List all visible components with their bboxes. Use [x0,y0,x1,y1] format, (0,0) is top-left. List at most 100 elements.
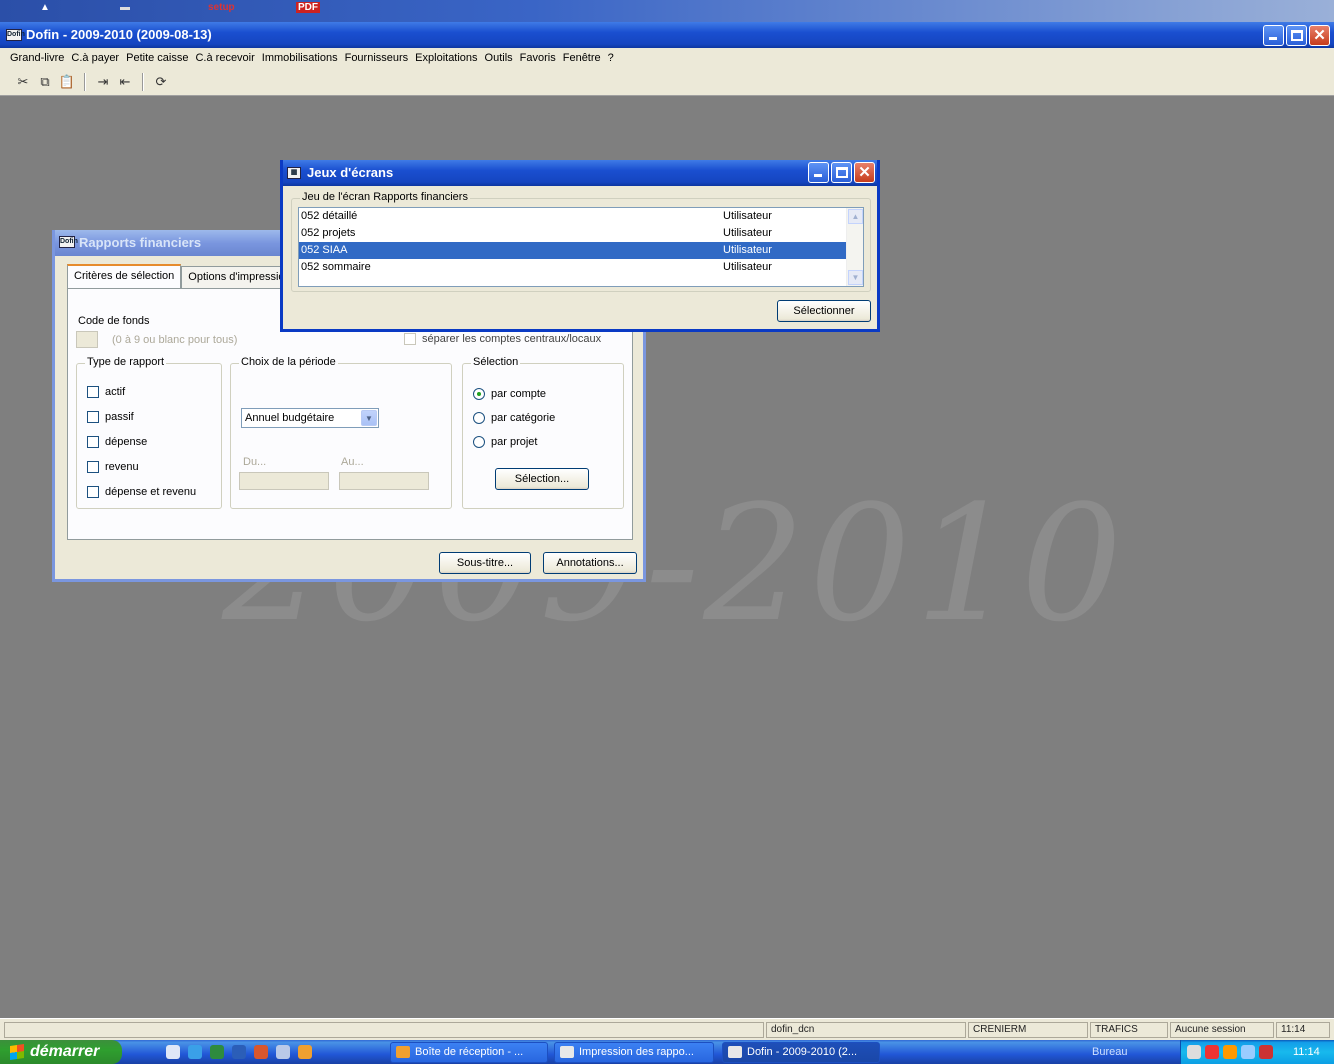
printer-icon[interactable] [1241,1045,1255,1059]
task-impression[interactable]: Impression des rappo... [554,1042,714,1063]
jeux-title-bar[interactable]: ▦ Jeux d'écrans ✕ [283,160,877,186]
checkbox-box[interactable] [87,436,99,448]
type-passif-label: passif [105,411,134,423]
par-projet-radio[interactable]: par projet [473,436,537,448]
chevron-down-icon[interactable]: ▼ [361,410,377,426]
minimize-icon [1269,37,1277,40]
menu-ca-recevoir[interactable]: C.à recevoir [195,52,254,64]
menu-fenetre[interactable]: Fenêtre [563,52,601,64]
sous-titre-button[interactable]: Sous-titre... [439,552,531,574]
list-item[interactable]: 052 sommaire Utilisateur [299,259,863,276]
start-button[interactable]: démarrer [0,1040,122,1064]
clock[interactable]: 11:14 [1293,1040,1320,1064]
windows-flag-icon [10,1044,24,1060]
copy-icon[interactable]: ⧉ [36,73,54,91]
row-name: 052 sommaire [301,261,371,273]
desktop-folder-icon[interactable]: ▬ [120,2,130,13]
bureau-toolbar-label[interactable]: Bureau [1092,1040,1127,1064]
menu-petite-caisse[interactable]: Petite caisse [126,52,188,64]
menu-outils[interactable]: Outils [485,52,513,64]
rapports-tabs: Critères de sélection Options d'impressi… [67,264,298,288]
desktop-pdf-icon[interactable]: PDF [296,2,320,13]
radio-dot[interactable] [473,436,485,448]
desktop-triangle-icon[interactable]: ▲ [40,2,50,13]
code-fonds-hint: (0 à 9 ou blanc pour tous) [112,334,238,346]
par-categorie-radio[interactable]: par catégorie [473,412,555,424]
antivirus-icon[interactable] [1205,1045,1219,1059]
checkbox-box[interactable] [87,411,99,423]
radio-dot[interactable] [473,412,485,424]
selectionner-button[interactable]: Sélectionner [777,300,871,322]
menu-immobilisations[interactable]: Immobilisations [262,52,338,64]
jeux-close-button[interactable]: ✕ [854,162,875,183]
status-session: Aucune session [1170,1022,1274,1038]
list-item-selected[interactable]: 052 SIAA Utilisateur [299,242,863,259]
scroll-up-icon[interactable]: ▲ [848,209,863,224]
toolbar-separator [142,72,144,91]
type-actif-label: actif [105,386,126,398]
list-item[interactable]: 052 détaillé Utilisateur [299,208,863,225]
tab-criteres[interactable]: Critères de sélection [67,264,182,288]
task-dofin[interactable]: Dofin - 2009-2010 (2... [722,1042,880,1063]
dofin-icon: Dofin [6,29,25,41]
list-scrollbar[interactable]: ▲ ▼ [846,208,863,286]
type-actif-checkbox[interactable]: actif [87,386,125,398]
type-revenu-checkbox[interactable]: revenu [87,461,139,473]
menu-favoris[interactable]: Favoris [520,52,556,64]
periode-select[interactable]: Annuel budgétaire ▼ [241,408,379,428]
word-quicklaunch-icon[interactable] [232,1045,246,1059]
jeux-maximize-button[interactable] [831,162,852,183]
periode-group: Choix de la période Annuel budgétaire ▼ … [230,356,452,509]
par-compte-radio[interactable]: par compte [473,388,546,400]
radio-dot[interactable] [473,388,485,400]
outlook-quicklaunch-icon[interactable] [276,1045,290,1059]
type-passif-checkbox[interactable]: passif [87,411,134,423]
checkbox-box[interactable] [87,386,99,398]
minimize-button[interactable] [1263,25,1284,46]
checkbox-box[interactable] [87,486,99,498]
security-icon[interactable] [1259,1045,1273,1059]
code-fonds-label: Code de fonds [78,315,150,327]
type-depense-checkbox[interactable]: dépense [87,436,147,448]
menu-fournisseurs[interactable]: Fournisseurs [345,52,409,64]
main-window-title-bar[interactable]: Dofin Dofin - 2009-2010 (2009-08-13) ✕ [0,22,1334,48]
maximize-button[interactable] [1286,25,1307,46]
menu-grand-livre[interactable]: Grand-livre [10,52,64,64]
cut-icon[interactable]: ✂ [14,73,32,91]
restore-icon [1291,30,1303,41]
refresh-icon[interactable]: ⟳ [152,73,170,91]
powerpoint-quicklaunch-icon[interactable] [254,1045,268,1059]
paste-icon[interactable]: 📋 [58,73,76,91]
periode-selected: Annuel budgétaire [245,412,335,424]
au-input[interactable] [339,472,429,490]
list-item[interactable]: 052 projets Utilisateur [299,225,863,242]
scroll-down-icon[interactable]: ▼ [848,270,863,285]
selection-button[interactable]: Sélection... [495,468,589,490]
du-input[interactable] [239,472,329,490]
network-icon[interactable] [1187,1045,1201,1059]
par-categorie-label: par catégorie [491,412,556,424]
menu-help[interactable]: ? [608,52,614,64]
browser-quicklaunch-icon[interactable] [188,1045,202,1059]
ie-quicklaunch-icon[interactable] [166,1045,180,1059]
jeux-minimize-button[interactable] [808,162,829,183]
dofin-icon: Dofin [59,236,78,248]
menu-ca-payer[interactable]: C.à payer [71,52,119,64]
annotations-button[interactable]: Annotations... [543,552,637,574]
separer-checkbox[interactable]: séparer les comptes centraux/locaux [404,333,601,345]
indent-icon[interactable]: ⇥ [94,73,112,91]
checkbox-box[interactable] [87,461,99,473]
jeux-list[interactable]: 052 détaillé Utilisateur 052 projets Utili… [298,207,864,287]
desktop-setup-icon[interactable]: setup [208,2,235,13]
close-button[interactable]: ✕ [1309,25,1330,46]
task-boite-reception[interactable]: Boîte de réception - ... [390,1042,548,1063]
excel-quicklaunch-icon[interactable] [210,1045,224,1059]
update-icon[interactable] [1223,1045,1237,1059]
maximize-icon [836,167,848,178]
thunderbird-quicklaunch-icon[interactable] [298,1045,312,1059]
type-depense-revenu-checkbox[interactable]: dépense et revenu [87,486,196,498]
outdent-icon[interactable]: ⇤ [116,73,134,91]
menu-exploitations[interactable]: Exploitations [415,52,477,64]
code-fonds-input[interactable] [76,331,98,348]
separer-checkbox-box[interactable] [404,333,416,345]
